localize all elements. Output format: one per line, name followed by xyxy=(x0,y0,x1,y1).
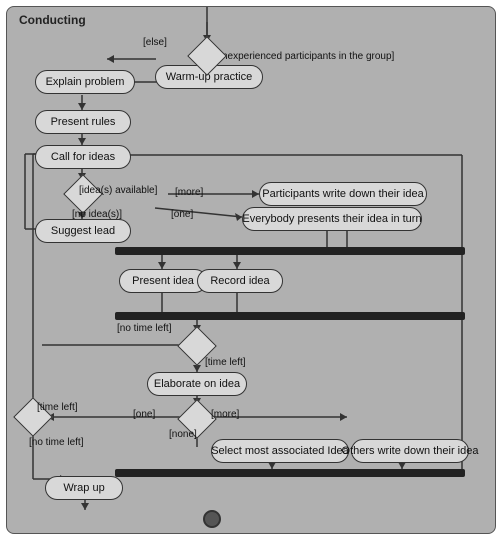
record-idea-node: Record idea xyxy=(197,269,283,293)
diagram-title: Conducting xyxy=(19,13,86,27)
label-one: [one] xyxy=(171,209,193,220)
top-bar xyxy=(115,247,465,255)
suggest-lead-node: Suggest lead xyxy=(35,219,131,243)
time-diamond xyxy=(183,332,211,360)
label-no-ideas: [no idea(s)] xyxy=(72,209,122,220)
label-more: [more] xyxy=(175,187,203,198)
label-no-time-left: [no time left] xyxy=(117,323,171,334)
label-ideas-available: [idea(s) available] xyxy=(79,185,157,196)
label-none: [none] xyxy=(169,429,197,440)
elaborate-node: Elaborate on idea xyxy=(147,372,247,396)
end-circle xyxy=(203,510,221,528)
select-most-node: Select most associated Idea xyxy=(211,439,349,463)
label-else: [else] xyxy=(143,37,167,48)
label-time-left2: [time left] xyxy=(37,402,78,413)
explain-node: Explain problem xyxy=(35,70,135,94)
label-no-time-left2: [no time left] xyxy=(29,437,83,448)
others-write-node: Others write down their idea xyxy=(351,439,469,463)
label-more2: [more] xyxy=(211,409,239,420)
bottom-bar xyxy=(115,469,465,477)
label-time-left: [time left] xyxy=(205,357,246,368)
label-inexperienced: [inexperienced participants in the group… xyxy=(217,51,394,62)
label-one2: [one] xyxy=(133,409,155,420)
present-idea-node: Present idea xyxy=(119,269,207,293)
everybody-presents-node: Everybody presents their idea in turn xyxy=(242,207,422,231)
wrap-up-node: Wrap up xyxy=(45,476,123,500)
participants-write-node: Participants write down their idea xyxy=(259,182,427,206)
inexperienced-diamond xyxy=(193,42,221,70)
present-rules-node: Present rules xyxy=(35,110,131,134)
diagram-container: Conducting xyxy=(6,6,496,534)
second-bar xyxy=(115,312,465,320)
call-for-ideas-node: Call for ideas xyxy=(35,145,131,169)
